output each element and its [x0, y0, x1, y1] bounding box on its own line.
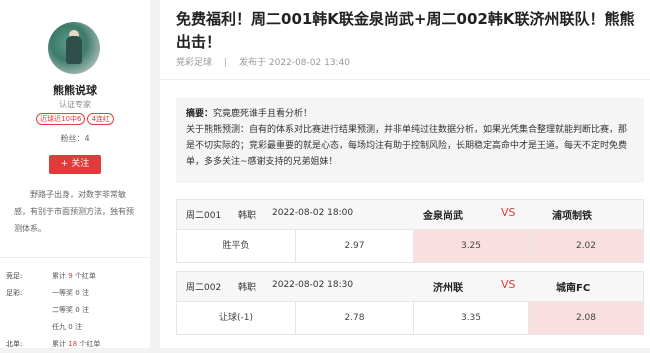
fans-count: 粉丝：4: [60, 134, 90, 143]
summary-body: 关于熊熊预测：自有的体系对比赛进行结果预测，并非单纯过往数据分析，如果光凭集合整…: [186, 125, 628, 167]
stat-value: 一等奖 0 注: [52, 289, 89, 297]
market-label: 胜平负: [222, 241, 250, 251]
article-summary: 摘要：究竟鹿死谁手且看分析！ 关于熊熊预测：自有的体系对比赛进行结果预测，并非单…: [176, 98, 644, 183]
market-label: 让球(-1): [219, 313, 253, 323]
summary-headline: 究竟鹿死谁手且看分析！: [213, 109, 313, 119]
follow-button[interactable]: + 关注: [49, 155, 101, 174]
match-time: 2022-08-02 18:30: [272, 280, 354, 290]
stat-row: 竞足: 累计 9 个红单: [6, 268, 146, 285]
article-panel: 免费福利！周二001韩K联金泉尚武+周二002韩K联济州联队！熊熊出击！ 竞彩足…: [160, 0, 650, 348]
odds-away[interactable]: 2.02: [529, 230, 643, 262]
stat-key: 竞足:: [6, 272, 23, 280]
author-role: 认证专家: [59, 100, 91, 109]
article-category[interactable]: 竞彩足球: [176, 58, 212, 68]
article-meta: 竞彩足球 | 发布于 2022-08-02 13:40: [176, 55, 350, 68]
divider: [0, 257, 150, 258]
record-tag: 近球近10中6: [36, 113, 86, 125]
match-code: 周二001: [186, 211, 222, 221]
match-header: 周二001 韩职 2022-08-02 18:00 金泉尚武 VS 浦项制铁: [177, 200, 643, 229]
odds-away[interactable]: 2.08: [529, 302, 643, 334]
odds-home[interactable]: 2.78: [296, 302, 413, 334]
streak-tag: 4连红: [87, 113, 114, 125]
match-league: 韩职: [238, 283, 257, 293]
summary-label: 摘要：: [186, 109, 214, 119]
avatar-figure: [66, 36, 82, 64]
odds-home[interactable]: 2.97: [296, 230, 413, 262]
author-stats: 竞足: 累计 9 个红单 足彩: 一等奖 0 注 二等奖 0 注 任九 0 注 …: [6, 268, 146, 353]
match-card: 周二002 韩职 2022-08-02 18:30 济州联 VS 城南FC 让球…: [176, 271, 644, 335]
match-league: 韩职: [238, 211, 257, 221]
avatar[interactable]: [48, 22, 100, 74]
stat-value: 累计 18 个红单: [52, 340, 101, 348]
home-team: 济州联: [433, 283, 463, 294]
away-team: 城南FC: [556, 283, 591, 294]
author-sidebar: 熊熊说球 认证专家 近球近10中6 4连红 粉丝：4 + 关注 野路子出身，对数…: [0, 0, 150, 348]
record-tags: 近球近10中6 4连红: [0, 113, 150, 125]
stat-value: 任九 0 注: [52, 323, 82, 331]
publish-time: 发布于 2022-08-02 13:40: [239, 58, 351, 68]
stat-row: 足彩: 一等奖 0 注: [6, 285, 146, 302]
match-card: 周二001 韩职 2022-08-02 18:00 金泉尚武 VS 浦项制铁 胜…: [176, 199, 644, 263]
author-name[interactable]: 熊熊说球: [0, 82, 150, 98]
home-team: 金泉尚武: [423, 211, 463, 222]
match-header: 周二002 韩职 2022-08-02 18:30 济州联 VS 城南FC: [177, 272, 643, 301]
stat-value: 累计 9 个红单: [52, 272, 96, 280]
odds-row: 让球(-1) 2.78 3.35 2.08: [177, 301, 643, 334]
stat-value: 二等奖 0 注: [52, 306, 89, 314]
vs-label: VS: [501, 206, 516, 219]
match-code: 周二002: [186, 283, 222, 293]
stat-row: 二等奖 0 注: [6, 302, 146, 319]
stat-key: 足彩:: [6, 289, 23, 297]
author-bio: 野路子出身，对数字非常敏感，有别于市面预测方法，独有预测体系。: [14, 190, 134, 233]
odds-draw[interactable]: 3.25: [414, 230, 528, 262]
odds-draw[interactable]: 3.35: [414, 302, 528, 334]
article-title: 免费福利！周二001韩K联金泉尚武+周二002韩K联济州联队！熊熊出击！: [176, 10, 635, 51]
odds-row: 胜平负 2.97 3.25 2.02: [177, 229, 643, 262]
vs-label: VS: [501, 278, 516, 291]
divider: [160, 79, 650, 80]
away-team: 浦项制铁: [552, 211, 592, 222]
stat-key: 北单:: [6, 340, 23, 348]
meta-separator: |: [224, 58, 228, 68]
stat-row: 北单: 累计 18 个红单: [6, 336, 146, 353]
match-time: 2022-08-02 18:00: [272, 208, 354, 218]
stat-row: 任九 0 注: [6, 319, 146, 336]
